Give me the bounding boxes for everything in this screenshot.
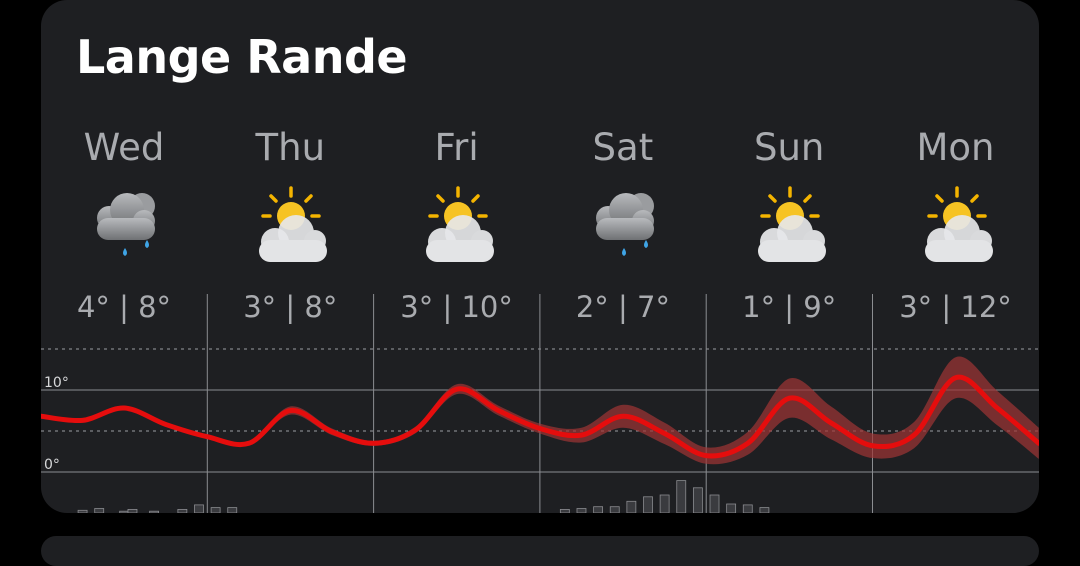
partly-sunny-icon <box>752 186 830 268</box>
precipitation-bar <box>177 508 188 513</box>
partly-sunny-icon <box>253 186 331 268</box>
partly-sunny-icon <box>919 186 997 268</box>
precipitation-bar <box>194 504 204 513</box>
day-column-thu[interactable]: Thu 3° | 8° <box>207 0 373 330</box>
precipitation-bar <box>626 500 637 513</box>
forecast-card[interactable]: Lange Rande Wed 4° | 8° Thu 3° | 8° Fri … <box>41 0 1039 513</box>
precipitation-bar <box>1033 508 1039 513</box>
day-name: Thu <box>255 126 326 169</box>
partly-sunny-icon <box>420 186 498 268</box>
day-name: Wed <box>83 126 165 169</box>
precipitation-bar <box>127 508 138 513</box>
day-name: Sat <box>592 126 654 169</box>
precipitation-bar <box>742 504 753 513</box>
day-column-mon[interactable]: Mon 3° | 12° <box>873 0 1039 330</box>
precipitation-bar <box>692 487 703 513</box>
precipitation-bar <box>609 506 620 513</box>
cloud-rain-icon <box>586 186 664 268</box>
precipitation-bar <box>119 510 130 513</box>
day-name: Fri <box>434 126 479 169</box>
precipitation-bar <box>593 506 604 513</box>
precipitation-bar <box>709 494 720 513</box>
precipitation-bar <box>659 494 670 513</box>
precipitation-bar <box>726 503 737 513</box>
precipitation-bar <box>643 496 653 513</box>
temperature-chart: 10° 0° <box>41 294 1039 513</box>
precipitation-bar <box>759 507 770 513</box>
precipitation-bar <box>559 508 570 513</box>
day-column-sun[interactable]: Sun 1° | 9° <box>706 0 872 330</box>
next-card[interactable] <box>41 536 1039 566</box>
cloud-rain-icon <box>87 186 165 268</box>
day-name: Sun <box>753 126 825 169</box>
y-label-0: 0° <box>44 457 60 473</box>
day-column-fri[interactable]: Fri 3° | 10° <box>374 0 540 330</box>
precipitation-bar <box>77 509 88 513</box>
precipitation-bar <box>210 507 221 513</box>
day-column-wed[interactable]: Wed 4° | 8° <box>41 0 207 330</box>
precipitation-bar <box>149 510 159 513</box>
y-label-10: 10° <box>44 375 69 391</box>
precipitation-bar <box>576 508 587 513</box>
precipitation-bar <box>94 508 105 513</box>
day-name: Mon <box>916 126 995 169</box>
precipitation-bar <box>676 480 687 513</box>
precipitation-bar <box>227 507 238 513</box>
day-column-sat[interactable]: Sat 2° | 7° <box>540 0 706 330</box>
